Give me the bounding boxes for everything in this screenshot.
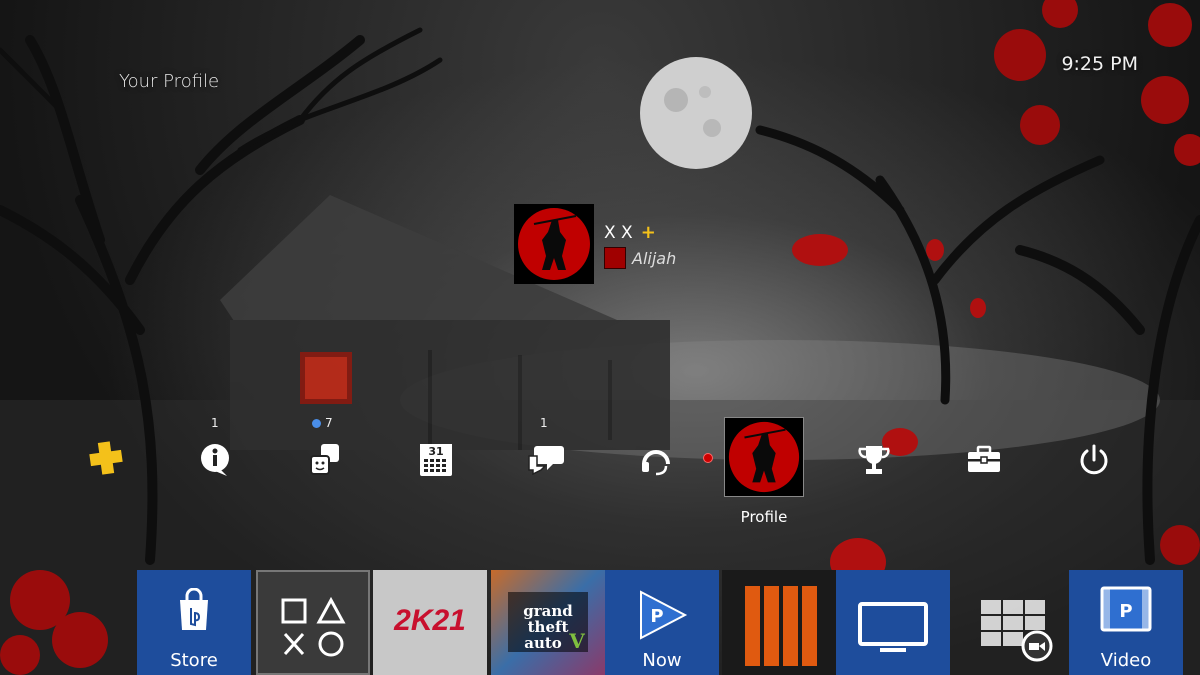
ps-shapes-icon bbox=[281, 596, 346, 657]
info-bubble-icon[interactable] bbox=[193, 438, 237, 482]
content-shelf: Store 2K21 grand theft auto V P Now P Vi… bbox=[0, 570, 1200, 675]
black-ops-iiii-logo bbox=[745, 586, 817, 666]
friends-online-count: 7 bbox=[312, 416, 333, 430]
tile-nba-2k21[interactable]: 2K21 bbox=[373, 570, 487, 675]
online-id: Alijah bbox=[632, 248, 677, 268]
profile-card[interactable]: X X + Alijah bbox=[514, 204, 676, 284]
svg-text:P: P bbox=[1119, 601, 1132, 622]
tile-video[interactable]: P Video bbox=[1069, 570, 1183, 675]
calendar-icon[interactable]: 31 bbox=[414, 438, 458, 482]
function-area: 1 7 31 1 Profile bbox=[0, 400, 1200, 530]
tile-gta-v[interactable]: grand theft auto V bbox=[491, 570, 605, 675]
ps-store-icon bbox=[180, 588, 208, 630]
messages-icon[interactable] bbox=[524, 438, 568, 482]
moon bbox=[640, 57, 752, 169]
notification-count: 1 bbox=[211, 416, 219, 430]
tile-playroom[interactable] bbox=[256, 570, 370, 675]
calendar-day: 31 bbox=[428, 445, 443, 458]
svg-text:P: P bbox=[650, 606, 663, 627]
tile-label: Store bbox=[170, 650, 218, 671]
tile-store[interactable]: Store bbox=[137, 570, 251, 675]
ps-plus-icon[interactable] bbox=[84, 436, 128, 480]
messages-count: 1 bbox=[540, 416, 548, 430]
library-icon bbox=[981, 600, 1053, 662]
toolbox-icon[interactable] bbox=[962, 438, 1006, 482]
tile-library[interactable] bbox=[956, 570, 1070, 675]
mini-avatar bbox=[604, 247, 626, 269]
svg-text:auto: auto bbox=[524, 634, 562, 652]
tv-icon bbox=[858, 602, 928, 652]
page-title: Your Profile bbox=[119, 71, 220, 92]
profile-real-name: X X bbox=[604, 222, 633, 243]
profile-label: Profile bbox=[740, 508, 788, 526]
tile-label: Video bbox=[1100, 650, 1152, 671]
tile-ps-now[interactable]: P Now bbox=[605, 570, 719, 675]
svg-text:V: V bbox=[568, 629, 585, 653]
trophy-icon[interactable] bbox=[852, 438, 896, 482]
gta-v-logo: grand theft auto V bbox=[508, 592, 588, 653]
profile-avatar-icon bbox=[728, 421, 800, 493]
clock: 9:25 PM bbox=[1061, 53, 1138, 75]
ps-plus-badge-icon: + bbox=[640, 222, 656, 243]
tile-tv[interactable] bbox=[836, 570, 950, 675]
video-icon: P bbox=[1100, 586, 1152, 632]
friends-icon[interactable] bbox=[303, 438, 347, 482]
nba2k21-logo: 2K21 bbox=[394, 603, 466, 637]
ps-now-icon: P bbox=[640, 590, 688, 640]
tile-black-ops-4[interactable] bbox=[722, 570, 836, 675]
profile-avatar-large bbox=[514, 204, 594, 284]
online-dot bbox=[312, 418, 321, 428]
profile-button[interactable] bbox=[724, 417, 804, 497]
status-indicator bbox=[703, 453, 713, 463]
power-icon[interactable] bbox=[1072, 438, 1116, 482]
tile-label: Now bbox=[642, 650, 682, 671]
headset-icon[interactable] bbox=[634, 438, 678, 482]
